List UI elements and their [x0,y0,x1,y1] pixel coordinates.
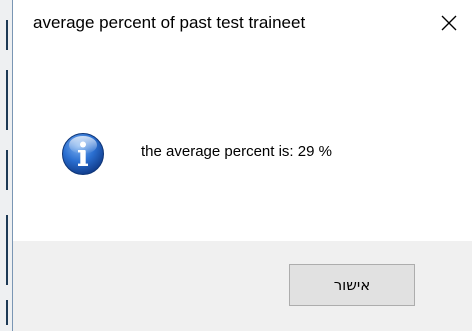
close-icon [441,15,457,31]
dialog-titlebar[interactable]: average percent of past test traineet [13,0,472,46]
background-mark [6,215,8,285]
message-box-dialog: average percent of past test traineet th… [12,0,472,331]
dialog-content: the average percent is: 29 % [13,46,472,241]
dialog-footer: אישור [13,241,472,331]
dialog-message: the average percent is: 29 % [141,143,332,160]
screen: average percent of past test traineet th… [0,0,472,331]
info-icon [62,133,104,175]
background-window-edge [0,0,12,331]
background-mark [6,150,8,190]
close-button[interactable] [426,0,472,46]
background-mark [6,20,8,50]
ok-button[interactable]: אישור [289,264,415,306]
background-mark [6,300,8,325]
background-mark [6,70,8,130]
dialog-title: average percent of past test traineet [33,13,306,32]
